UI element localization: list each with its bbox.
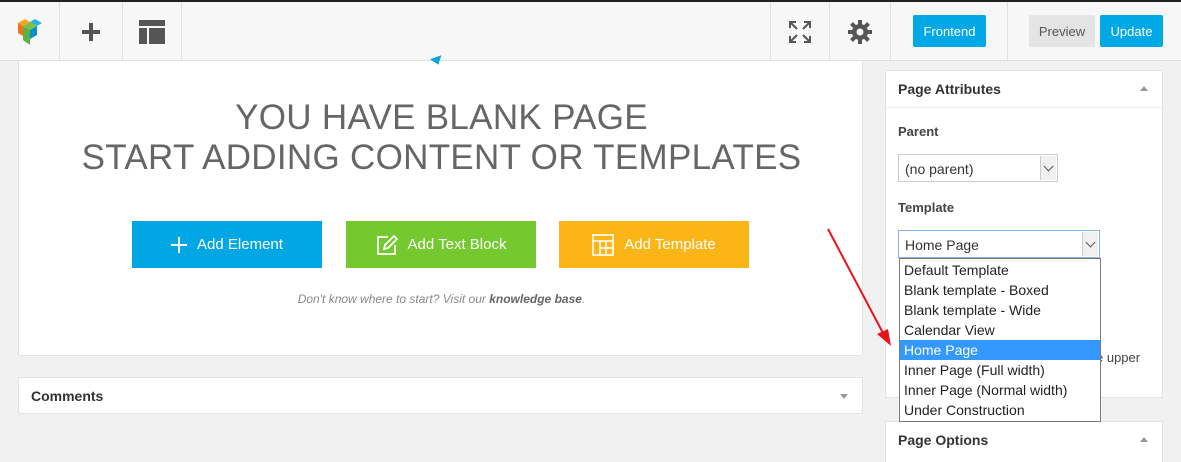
comments-title: Comments — [31, 388, 104, 404]
blank-page-heading: YOU HAVE BLANK PAGE START ADDING CONTENT… — [19, 98, 864, 178]
chevron-down-icon — [1040, 156, 1056, 180]
add-element-label: Add Element — [197, 236, 283, 253]
knowledge-base-link[interactable]: knowledge base — [489, 292, 582, 306]
gear-icon — [848, 19, 872, 44]
add-text-block-label: Add Text Block — [407, 236, 507, 253]
parent-select-value: (no parent) — [905, 161, 974, 177]
vc-logo-button[interactable] — [0, 2, 60, 61]
help-prefix: Don't know where to start? Visit our — [297, 292, 490, 306]
update-button[interactable]: Update — [1100, 15, 1163, 47]
template-label: Template — [898, 200, 955, 215]
layout-icon — [592, 233, 615, 256]
layout-icon — [139, 19, 165, 44]
page-options-box: Page Options — [885, 421, 1163, 462]
chevron-down-icon — [1082, 232, 1098, 256]
blank-page-panel: YOU HAVE BLANK PAGE START ADDING CONTENT… — [18, 55, 864, 356]
comments-box[interactable]: Comments — [18, 377, 863, 414]
plus-icon — [82, 22, 100, 41]
template-select-value: Home Page — [905, 237, 979, 253]
toolbar-divider — [1007, 2, 1008, 61]
vc-logo-icon — [17, 18, 42, 45]
add-template-button[interactable]: Add Template — [559, 221, 749, 268]
help-suffix: . — [581, 292, 586, 306]
template-option[interactable]: Calendar View — [900, 320, 1100, 340]
frontend-button[interactable]: Frontend — [913, 15, 986, 47]
edit-icon — [376, 234, 398, 256]
template-option[interactable]: Inner Page (Full width) — [900, 360, 1100, 380]
template-dropdown-list: Default Template Blank template - Boxed Bl… — [899, 258, 1101, 422]
add-template-label: Add Template — [624, 236, 716, 253]
heading-line-2: START ADDING CONTENT OR TEMPLATES — [81, 138, 802, 177]
parent-label: Parent — [898, 124, 939, 139]
preview-button[interactable]: Preview — [1029, 15, 1095, 47]
template-option[interactable]: Blank template - Boxed — [900, 280, 1100, 300]
editor-toolbar: Frontend Preview Update — [0, 0, 1181, 61]
add-element-button[interactable]: Add Element — [132, 221, 322, 268]
help-text: Don't know where to start? Visit our kno… — [19, 292, 864, 306]
templates-toolbar-button[interactable] — [123, 2, 182, 61]
template-option[interactable]: Default Template — [900, 260, 1100, 280]
page-attributes-title: Page Attributes — [898, 81, 1001, 97]
fullscreen-icon — [789, 20, 811, 43]
parent-select[interactable]: (no parent) — [898, 154, 1058, 182]
settings-button[interactable] — [830, 2, 891, 61]
add-text-block-button[interactable]: Add Text Block — [346, 221, 536, 268]
page-options-header[interactable]: Page Options — [886, 422, 1162, 459]
fullscreen-button[interactable] — [770, 2, 830, 61]
template-option[interactable]: Home Page — [900, 340, 1100, 360]
template-option[interactable]: Inner Page (Normal width) — [900, 380, 1100, 400]
template-option[interactable]: Blank template - Wide — [900, 300, 1100, 320]
page-attributes-header[interactable]: Page Attributes — [886, 71, 1162, 108]
template-option[interactable]: Under Construction — [900, 400, 1100, 420]
plus-icon — [171, 236, 188, 253]
template-select[interactable]: Home Page — [898, 230, 1100, 258]
collapse-arrow-icon[interactable] — [1140, 86, 1148, 91]
page-options-title: Page Options — [898, 432, 989, 448]
add-element-toolbar-button[interactable] — [60, 2, 123, 61]
help-text-partial: e upper — [1096, 350, 1141, 365]
collapse-arrow-icon[interactable] — [840, 394, 848, 399]
heading-line-1: YOU HAVE BLANK PAGE — [235, 98, 648, 137]
collapse-arrow-icon[interactable] — [1140, 437, 1148, 442]
